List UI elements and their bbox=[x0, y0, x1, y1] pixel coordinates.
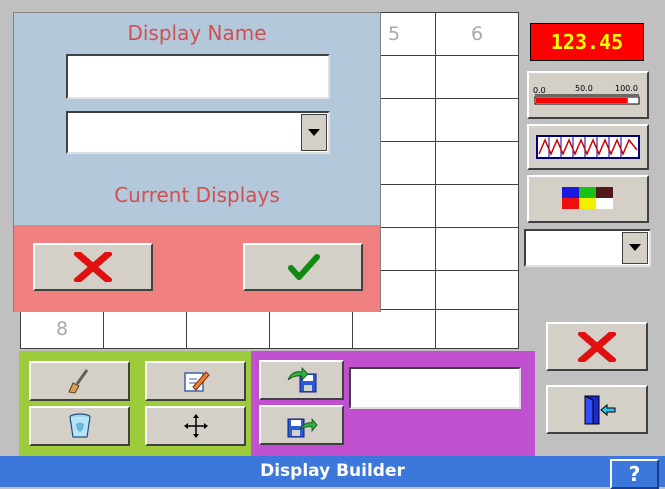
load-icon bbox=[287, 417, 318, 438]
color-palette-icon bbox=[562, 187, 613, 209]
color-palette-widget[interactable] bbox=[527, 175, 649, 223]
grid-cell[interactable] bbox=[269, 309, 353, 349]
grid-cell[interactable] bbox=[435, 55, 519, 99]
grid-cell[interactable] bbox=[435, 141, 519, 185]
move-item-button[interactable] bbox=[145, 406, 246, 446]
grid-row-label: 8 bbox=[55, 318, 69, 340]
digital-readout-value: 123.45 bbox=[550, 30, 624, 54]
green-check-icon bbox=[288, 254, 320, 280]
help-button[interactable]: ? bbox=[610, 459, 659, 489]
grid-cell[interactable] bbox=[435, 184, 519, 228]
bar-level-fill bbox=[536, 98, 628, 103]
grid-cell[interactable] bbox=[435, 98, 519, 142]
edit-style-button[interactable] bbox=[29, 361, 130, 401]
pencil-icon bbox=[183, 371, 210, 392]
chevron-down-icon[interactable] bbox=[301, 114, 327, 151]
grid-cell[interactable] bbox=[435, 309, 519, 349]
grid-cell[interactable] bbox=[352, 309, 436, 349]
grid-header-label: 5 bbox=[387, 23, 401, 45]
filename-input[interactable] bbox=[349, 367, 521, 409]
display-name-input[interactable] bbox=[66, 54, 330, 99]
current-displays-label: Current Displays bbox=[114, 183, 280, 207]
ok-button[interactable] bbox=[243, 243, 363, 291]
dialog-footer bbox=[14, 225, 380, 312]
bar-graph-icon: 0.0 50.0 100.0 bbox=[533, 84, 640, 105]
exit-door-icon bbox=[584, 394, 616, 424]
widget-type-combobox[interactable] bbox=[524, 229, 651, 267]
title-bar: Display Builder ? bbox=[0, 456, 665, 489]
file-tools-panel bbox=[251, 351, 535, 456]
delete-item-button[interactable] bbox=[29, 406, 130, 446]
dialog-title: Display Name bbox=[127, 21, 267, 45]
save-display-button[interactable] bbox=[259, 360, 344, 400]
grid-cell[interactable] bbox=[186, 309, 270, 349]
display-select-combobox[interactable] bbox=[66, 111, 330, 154]
bar-graph-widget[interactable]: 0.0 50.0 100.0 bbox=[527, 71, 649, 119]
digital-readout-widget[interactable]: 123.45 bbox=[530, 23, 644, 61]
app-title: Display Builder bbox=[260, 461, 405, 481]
exit-button[interactable] bbox=[546, 385, 648, 434]
cancel-button[interactable] bbox=[33, 243, 153, 291]
paintbrush-icon bbox=[67, 369, 88, 394]
grid-cell[interactable] bbox=[435, 227, 519, 271]
red-x-icon bbox=[74, 252, 112, 282]
trend-chart-icon bbox=[536, 135, 640, 159]
chevron-down-icon[interactable] bbox=[622, 232, 648, 264]
grid-header-6[interactable]: 6 bbox=[435, 12, 519, 56]
display-name-dialog: Display Name Current Displays bbox=[13, 12, 381, 312]
edit-tools-panel bbox=[19, 351, 251, 456]
grid-cell[interactable] bbox=[103, 309, 187, 349]
help-icon: ? bbox=[628, 462, 641, 486]
grid-header-label: 6 bbox=[470, 23, 484, 45]
trash-icon bbox=[68, 413, 91, 438]
red-x-icon bbox=[578, 331, 616, 362]
grid-row-8[interactable]: 8 bbox=[20, 309, 104, 349]
bar-scale-min: 0.0 bbox=[533, 86, 546, 95]
bar-scale-max: 100.0 bbox=[615, 84, 638, 93]
grid-cell[interactable] bbox=[435, 270, 519, 310]
load-display-button[interactable] bbox=[259, 405, 344, 445]
edit-text-button[interactable] bbox=[145, 361, 246, 401]
delete-widget-button[interactable] bbox=[546, 322, 648, 371]
trend-widget[interactable] bbox=[527, 124, 649, 170]
move-arrows-icon bbox=[183, 414, 208, 438]
bar-scale-mid: 50.0 bbox=[575, 84, 593, 93]
save-icon bbox=[287, 367, 316, 393]
